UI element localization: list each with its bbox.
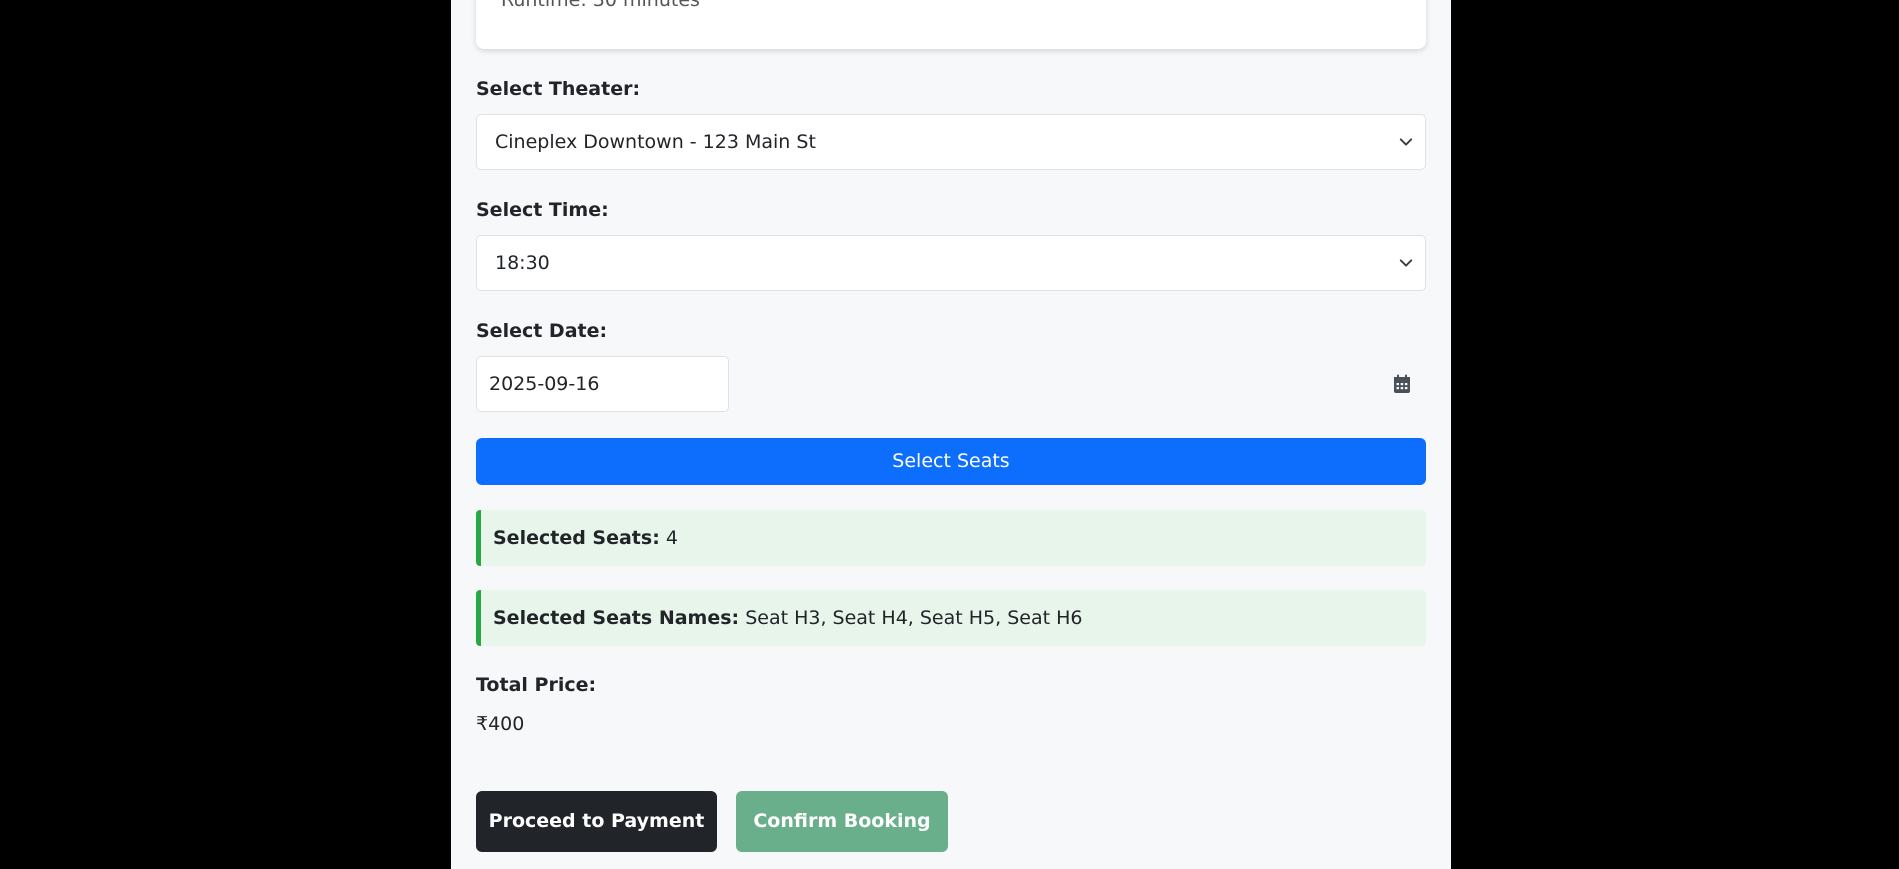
total-price-value: ₹400 — [476, 713, 525, 735]
total-price-label: Total Price: — [476, 674, 597, 696]
time-select[interactable]: 18:30 — [476, 235, 1426, 291]
chevron-down-icon — [1399, 138, 1413, 146]
selected-seats-names-label: Selected Seats Names: — [493, 607, 740, 629]
select-seats-button[interactable]: Select Seats — [476, 438, 1426, 485]
selected-seats-names-box: Selected Seats Names: Seat H3, Seat H4, … — [476, 590, 1426, 646]
theater-select[interactable]: Cineplex Downtown - 123 Main St — [476, 114, 1426, 170]
movie-info-card: Runtime: 30 minutes — [476, 0, 1426, 49]
booking-panel: Runtime: 30 minutes Select Theater: Cine… — [451, 0, 1451, 869]
confirm-booking-button[interactable]: Confirm Booking — [736, 791, 948, 852]
time-label: Select Time: — [476, 199, 609, 221]
date-input[interactable]: 2025-09-16 — [476, 356, 729, 412]
selected-seats-names-value: Seat H3, Seat H4, Seat H5, Seat H6 — [745, 607, 1083, 629]
runtime-text: Runtime: 30 minutes — [501, 0, 700, 11]
selected-seats-count-value: 4 — [665, 527, 678, 549]
proceed-to-payment-button[interactable]: Proceed to Payment — [476, 791, 717, 852]
time-select-value: 18:30 — [495, 252, 550, 274]
selected-seats-count-box: Selected Seats: 4 — [476, 510, 1426, 566]
date-label: Select Date: — [476, 320, 608, 342]
selected-seats-count-label: Selected Seats: — [493, 527, 660, 549]
chevron-down-icon — [1399, 259, 1413, 267]
date-value: 2025-09-16 — [489, 373, 600, 395]
theater-select-value: Cineplex Downtown - 123 Main St — [495, 131, 816, 153]
theater-label: Select Theater: — [476, 78, 641, 100]
calendar-icon[interactable] — [1393, 374, 1411, 394]
